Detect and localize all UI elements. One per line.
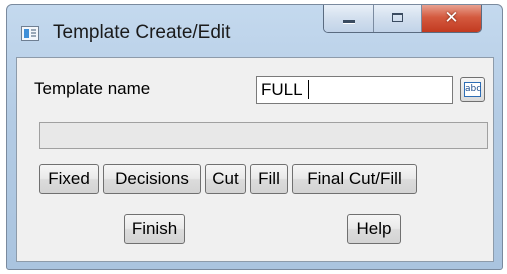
window-title: Template Create/Edit <box>53 22 231 43</box>
cut-button[interactable]: Cut <box>205 164 246 194</box>
fill-button[interactable]: Fill <box>250 164 288 194</box>
maximize-icon <box>392 13 403 22</box>
template-picker-button[interactable]: abc <box>460 77 485 102</box>
fixed-button[interactable]: Fixed <box>39 164 99 194</box>
text-caret <box>308 80 309 99</box>
app-icon <box>21 26 39 41</box>
help-button[interactable]: Help <box>347 214 401 244</box>
template-name-label: Template name <box>34 79 151 98</box>
finish-button[interactable]: Finish <box>124 214 185 244</box>
final-cut-fill-button[interactable]: Final Cut/Fill <box>292 164 417 194</box>
message-bar <box>39 122 488 149</box>
minimize-button[interactable] <box>324 5 374 32</box>
caption-buttons: ✕ <box>323 5 482 33</box>
title-bar[interactable]: Template Create/Edit ✕ <box>7 5 502 57</box>
minimize-icon <box>343 20 355 23</box>
template-name-input[interactable] <box>256 76 453 104</box>
decisions-button[interactable]: Decisions <box>103 164 201 194</box>
text-picker-icon: abc <box>464 82 481 97</box>
close-button[interactable]: ✕ <box>422 5 481 32</box>
dialog-window: Template Create/Edit ✕ Template name abc… <box>6 4 503 270</box>
dialog-body: Template name abc Fixed Decisions Cut Fi… <box>16 57 494 262</box>
close-icon: ✕ <box>444 8 459 28</box>
maximize-button[interactable] <box>374 5 422 32</box>
